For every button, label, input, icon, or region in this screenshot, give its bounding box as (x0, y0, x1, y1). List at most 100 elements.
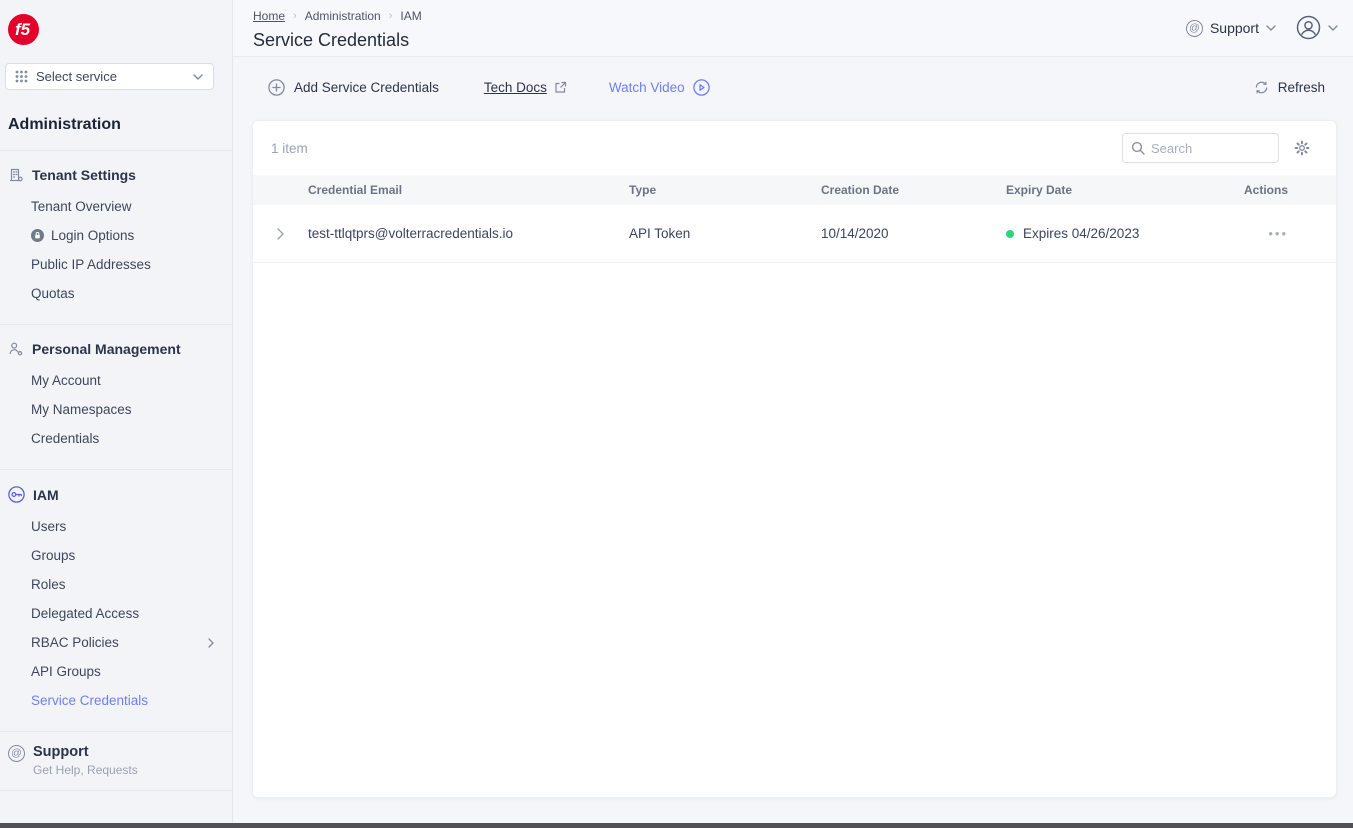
sidebar-item-label: Credentials (31, 431, 99, 446)
sidebar-item-groups[interactable]: Groups (0, 541, 232, 570)
chevron-right-icon: › (293, 10, 297, 22)
cell-actions: ••• (1241, 226, 1336, 241)
chevron-right-icon (208, 638, 214, 648)
chevron-down-icon (193, 74, 203, 80)
section-header-tenant-settings[interactable]: Tenant Settings (0, 163, 232, 192)
sidebar-item-my-account[interactable]: My Account (0, 366, 232, 395)
header-actions: @ Support (1186, 15, 1338, 40)
cell-credential-email: test-ttlqtprs@volterracredentials.io (308, 226, 629, 241)
chevron-down-icon (1266, 25, 1276, 31)
sidebar-item-label: Roles (31, 577, 66, 592)
at-support-icon: @ (1186, 20, 1203, 37)
refresh-icon (1254, 80, 1269, 95)
gear-icon[interactable] (1294, 140, 1310, 156)
sidebar-item-rbac-policies[interactable]: RBAC Policies (0, 628, 232, 657)
at-support-icon: @ (8, 745, 25, 762)
lock-badge-icon (31, 229, 44, 242)
grid-icon (15, 70, 28, 83)
sidebar-item-credentials[interactable]: Credentials (0, 424, 232, 453)
refresh-label: Refresh (1278, 80, 1325, 95)
sidebar-item-my-namespaces[interactable]: My Namespaces (0, 395, 232, 424)
breadcrumb-administration[interactable]: Administration (305, 9, 381, 23)
sidebar-item-label: Delegated Access (31, 606, 139, 621)
expiry-text: Expires 04/26/2023 (1023, 226, 1139, 241)
column-header-creation-date: Creation Date (821, 183, 1006, 197)
play-circle-icon (693, 79, 710, 96)
table-row: test-ttlqtprs@volterracredentials.io API… (253, 205, 1336, 263)
service-selector[interactable]: Select service (5, 63, 214, 90)
sidebar-item-login-options[interactable]: Login Options (0, 221, 232, 250)
bottom-bar (0, 823, 1353, 828)
sidebar-item-label: Public IP Addresses (31, 257, 151, 272)
section-title: Tenant Settings (32, 167, 136, 183)
sidebar-item-public-ip-addresses[interactable]: Public IP Addresses (0, 250, 232, 279)
section-header-iam[interactable]: IAM (0, 482, 232, 512)
support-subtitle: Get Help, Requests (33, 763, 138, 777)
column-header-actions: Actions (1241, 183, 1336, 197)
sidebar-item-label: Quotas (31, 286, 75, 301)
tech-docs-link[interactable]: Tech Docs (484, 80, 567, 95)
breadcrumb-iam[interactable]: IAM (400, 9, 421, 23)
section-header-personal-management[interactable]: Personal Management (0, 337, 232, 366)
chevron-right-icon: › (389, 10, 393, 22)
sidebar: f5 Select service Administration (0, 0, 233, 823)
sidebar-item-label: My Account (31, 373, 101, 388)
column-header-expiry-date: Expiry Date (1006, 183, 1241, 197)
section-title: Personal Management (32, 341, 181, 357)
watch-video-link[interactable]: Watch Video (609, 79, 710, 96)
support-menu[interactable]: @ Support (1186, 19, 1276, 37)
watch-video-label: Watch Video (609, 80, 685, 95)
page-title: Service Credentials (253, 30, 1337, 51)
sidebar-support[interactable]: @ Support Get Help, Requests (0, 731, 232, 791)
sidebar-item-delegated-access[interactable]: Delegated Access (0, 599, 232, 628)
actions-toolbar: Add Service Credentials Tech Docs Watch … (233, 57, 1353, 117)
avatar-icon (1296, 15, 1321, 40)
row-actions-menu[interactable]: ••• (1268, 226, 1288, 241)
cell-expiry-date: Expires 04/26/2023 (1006, 226, 1241, 241)
refresh-button[interactable]: Refresh (1254, 80, 1325, 95)
key-icon (8, 486, 25, 503)
user-menu[interactable] (1296, 15, 1338, 40)
credentials-card: 1 item Cre (252, 120, 1337, 798)
section-iam: IAM Users Groups Roles Delegated Access … (0, 469, 232, 731)
sidebar-item-label: Service Credentials (31, 693, 148, 708)
sidebar-item-roles[interactable]: Roles (0, 570, 232, 599)
sidebar-item-label: My Namespaces (31, 402, 132, 417)
add-service-credentials-button[interactable]: Add Service Credentials (268, 79, 439, 96)
sidebar-item-quotas[interactable]: Quotas (0, 279, 232, 308)
search-icon (1131, 141, 1145, 155)
cell-creation-date: 10/14/2020 (821, 226, 1006, 241)
f5-logo: f5 (8, 14, 39, 45)
section-tenant-settings: Tenant Settings Tenant Overview Login Op… (0, 150, 232, 324)
support-title: Support (33, 744, 138, 760)
sidebar-item-label: Tenant Overview (31, 199, 132, 214)
sidebar-item-tenant-overview[interactable]: Tenant Overview (0, 192, 232, 221)
column-header-credential-email: Credential Email (308, 183, 629, 197)
row-expand-chevron-icon[interactable] (253, 228, 308, 240)
breadcrumb: Home › Administration › IAM (253, 9, 1337, 23)
main-area: Home › Administration › IAM Service Cred… (233, 0, 1353, 823)
sidebar-item-service-credentials[interactable]: Service Credentials (0, 686, 232, 715)
sidebar-item-label: Login Options (51, 228, 134, 243)
search-input[interactable] (1151, 141, 1270, 156)
table-header-row: Credential Email Type Creation Date Expi… (253, 175, 1336, 205)
add-button-label: Add Service Credentials (294, 80, 439, 95)
section-personal-management: Personal Management My Account My Namesp… (0, 324, 232, 469)
search-box (1122, 133, 1279, 163)
cell-type: API Token (629, 226, 821, 241)
sidebar-heading: Administration (8, 116, 232, 134)
app-window: f5 Select service Administration (0, 0, 1353, 823)
support-menu-label: Support (1210, 20, 1259, 36)
sidebar-item-users[interactable]: Users (0, 512, 232, 541)
sidebar-item-label: Groups (31, 548, 75, 563)
sidebar-item-api-groups[interactable]: API Groups (0, 657, 232, 686)
building-icon (8, 167, 24, 183)
logo-row: f5 (0, 0, 232, 55)
breadcrumb-home[interactable]: Home (253, 9, 285, 23)
chevron-down-icon (1328, 25, 1338, 31)
section-title: IAM (33, 487, 59, 503)
sidebar-item-label: RBAC Policies (31, 635, 119, 650)
sidebar-item-label: API Groups (31, 664, 101, 679)
person-icon (8, 341, 24, 357)
tech-docs-label: Tech Docs (484, 80, 547, 95)
